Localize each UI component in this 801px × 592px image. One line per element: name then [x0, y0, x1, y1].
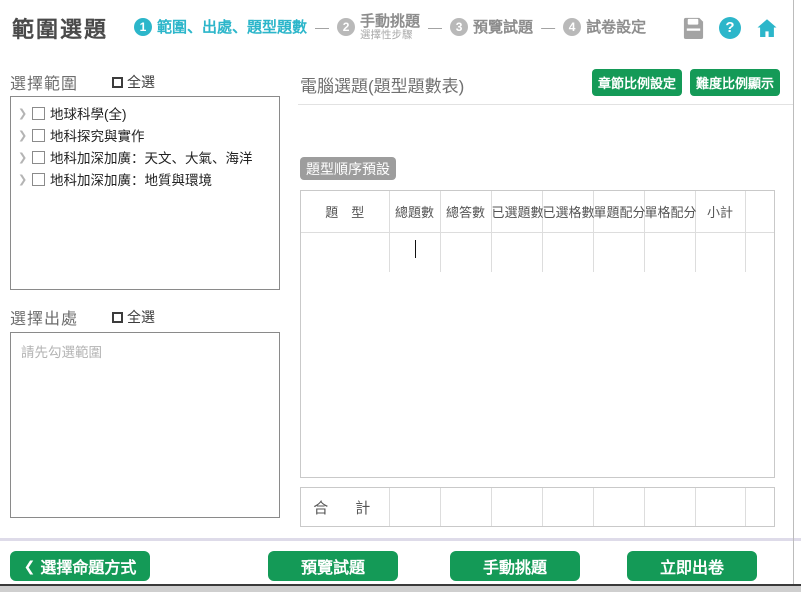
footer-divider [0, 538, 801, 541]
total-subtotal [695, 488, 745, 526]
source-select-all-checkbox[interactable] [112, 312, 123, 323]
title-divider [298, 104, 793, 105]
question-order-tag[interactable]: 題型順序預設 [300, 157, 396, 180]
total-points-per-question [593, 488, 644, 526]
range-tree: ❯ 地球科學(全) ❯ 地科探究與實作 ❯ 地科加深加廣：天文、大氣、海洋 ❯ … [10, 96, 280, 290]
chevron-right-icon[interactable]: ❯ [18, 107, 32, 120]
col-points-per-question: 單題配分 [593, 191, 644, 232]
question-type-table: 題 型 總題數 總答數 已選題數 已選格數 單題配分 單格配分 小計 [300, 190, 775, 478]
text-cursor [415, 240, 417, 258]
cell-subtotal[interactable] [695, 232, 745, 272]
step-2-number: 2 [337, 18, 355, 36]
background-strip [0, 586, 801, 592]
col-total-questions: 總題數 [389, 191, 440, 232]
col-total-answers: 總答數 [440, 191, 491, 232]
cell-total-answers[interactable] [440, 232, 491, 272]
total-selected-cells [542, 488, 593, 526]
step-separator: — [428, 19, 442, 35]
range-item-checkbox[interactable] [32, 151, 45, 164]
header: 範圍選題 1 範圍、出處、題型題數 — 2 手動挑題 選擇性步驟 — 3 預 [0, 0, 793, 55]
total-label: 合 計 [301, 488, 389, 526]
step-separator: — [541, 19, 555, 35]
col-selected-cells: 已選格數 [542, 191, 593, 232]
manual-pick-button[interactable]: 手動挑題 [450, 551, 580, 581]
cell-selected-questions[interactable] [491, 232, 542, 272]
step-2-sublabel: 選擇性步驟 [360, 30, 420, 41]
chevron-right-icon[interactable]: ❯ [18, 173, 32, 186]
total-row: 合 計 [300, 487, 775, 527]
range-item-checkbox[interactable] [32, 107, 45, 120]
page-right-border [793, 0, 794, 584]
range-tree-item[interactable]: ❯ 地科加深加廣：天文、大氣、海洋 [11, 146, 279, 168]
computer-selection-title: 電腦選題(題型題數表) [300, 72, 464, 97]
col-points-per-cell: 單格配分 [644, 191, 695, 232]
source-panel-title: 選擇出處 [10, 305, 78, 329]
total-selected-questions [491, 488, 542, 526]
range-item-checkbox[interactable] [32, 129, 45, 142]
range-select-all-checkbox[interactable] [112, 77, 123, 88]
step-2-manual-pick[interactable]: 2 手動挑題 選擇性步驟 [337, 14, 420, 41]
range-item-checkbox[interactable] [32, 173, 45, 186]
generate-paper-button[interactable]: 立即出卷 [627, 551, 757, 581]
cell-question-type[interactable] [301, 232, 389, 272]
stepper: 1 範圍、出處、題型題數 — 2 手動挑題 選擇性步驟 — 3 預覽試題 [134, 14, 646, 41]
home-icon[interactable] [755, 16, 779, 40]
range-select-all[interactable]: 全選 [112, 72, 155, 92]
step-1-range[interactable]: 1 範圍、出處、題型題數 [134, 18, 307, 36]
total-total-answers [440, 488, 491, 526]
header-icons: ? [681, 16, 779, 40]
chevron-right-icon[interactable]: ❯ [18, 151, 32, 164]
chevron-right-icon[interactable]: ❯ [18, 129, 32, 142]
col-extra [745, 191, 774, 232]
step-4-number: 4 [563, 18, 581, 36]
source-list-placeholder: 請先勾選範圍 [11, 333, 279, 361]
cell-points-per-cell[interactable] [644, 232, 695, 272]
preview-questions-button[interactable]: 預覽試題 [268, 551, 398, 581]
chapter-ratio-button[interactable]: 章節比例設定 [592, 69, 682, 96]
cell-total-questions-input[interactable] [389, 232, 440, 272]
col-selected-questions: 已選題數 [491, 191, 542, 232]
step-4-label: 試卷設定 [586, 20, 646, 36]
step-3-label: 預覽試題 [473, 20, 533, 36]
step-separator: — [315, 19, 329, 35]
range-tree-item[interactable]: ❯ 地科加深加廣：地質與環境 [11, 168, 279, 190]
range-tree-item[interactable]: ❯ 地球科學(全) [11, 102, 279, 124]
step-3-preview[interactable]: 3 預覽試題 [450, 18, 533, 36]
step-3-number: 3 [450, 18, 468, 36]
save-icon[interactable] [681, 16, 705, 40]
cell-selected-cells[interactable] [542, 232, 593, 272]
range-tree-item[interactable]: ❯ 地科探究與實作 [11, 124, 279, 146]
total-total-questions [389, 488, 440, 526]
chevron-left-icon: ❮ [24, 558, 36, 575]
range-panel-title: 選擇範圍 [10, 70, 78, 94]
difficulty-ratio-button[interactable]: 難度比例顯示 [690, 69, 780, 96]
source-panel-header: 選擇出處 全選 [10, 305, 155, 329]
exam-builder-page: 範圍選題 1 範圍、出處、題型題數 — 2 手動挑題 選擇性步驟 — 3 預 [0, 0, 801, 592]
source-select-all[interactable]: 全選 [112, 307, 155, 327]
total-extra [745, 488, 774, 526]
range-panel-header: 選擇範圍 全選 [10, 70, 155, 94]
table-header-row: 題 型 總題數 總答數 已選題數 已選格數 單題配分 單格配分 小計 [301, 191, 774, 232]
col-subtotal: 小計 [695, 191, 745, 232]
step-2-label: 手動挑題 [360, 14, 420, 30]
page-title: 範圍選題 [12, 12, 108, 44]
total-points-per-cell [644, 488, 695, 526]
cell-extra[interactable] [745, 232, 774, 272]
step-1-label: 範圍、出處、題型題數 [157, 20, 307, 36]
col-question-type: 題 型 [301, 191, 389, 232]
step-1-number: 1 [134, 18, 152, 36]
table-row [301, 232, 774, 272]
step-4-paper-settings[interactable]: 4 試卷設定 [563, 18, 646, 36]
cell-points-per-question[interactable] [593, 232, 644, 272]
help-icon[interactable]: ? [718, 16, 742, 40]
back-to-method-button[interactable]: ❮ 選擇命題方式 [10, 551, 150, 581]
source-list: 請先勾選範圍 [10, 332, 280, 518]
